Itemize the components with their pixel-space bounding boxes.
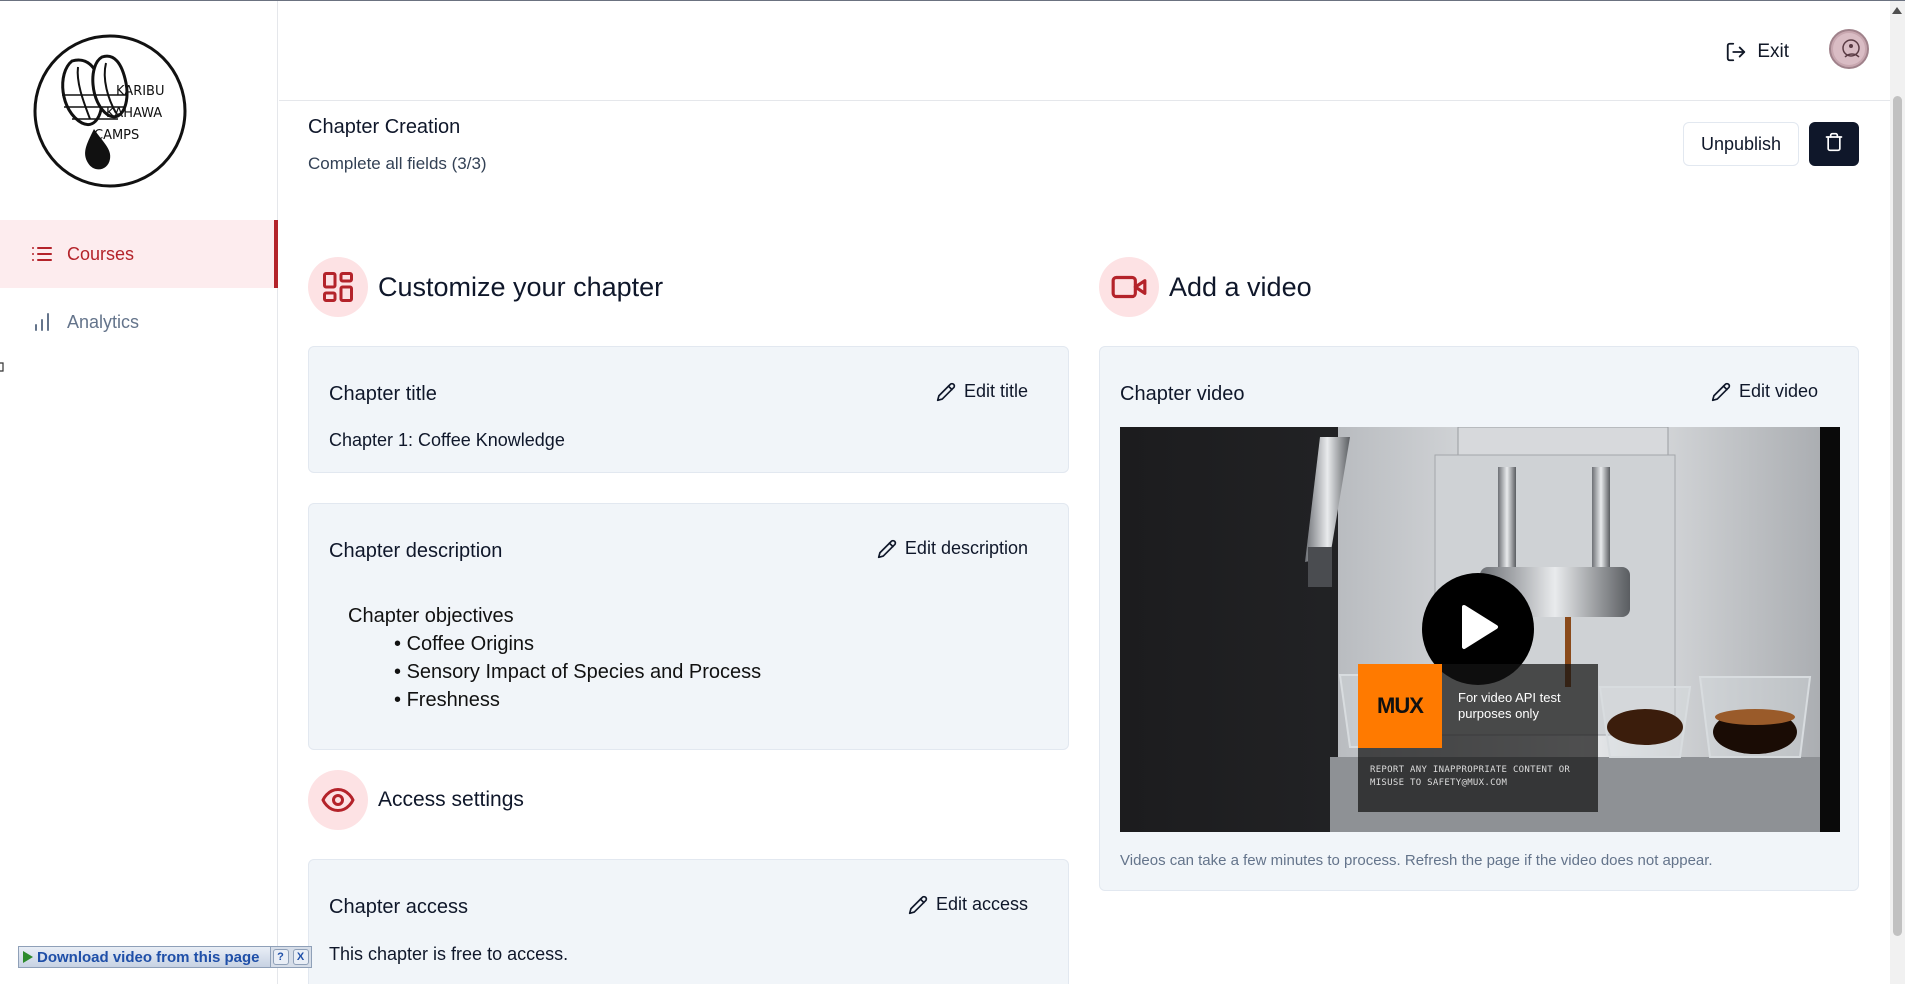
video-title: Add a video [1169,271,1312,302]
app-window: KARIBU KAHAWA CAMPS Courses Analytics Ex… [0,0,1905,984]
layout-dashboard-icon [308,257,368,317]
play-icon [1456,603,1500,656]
trash-icon [1824,132,1844,157]
list-item: Freshness [394,686,761,714]
edit-title-label: Edit title [963,381,1028,401]
close-button[interactable]: X [292,949,309,965]
page-scrollbar[interactable] [1890,1,1905,984]
access-section-header: Access settings [308,770,524,830]
chapter-description-body: Chapter objectives Coffee Origins Sensor… [348,602,761,714]
mux-logo: MUX [1358,664,1442,748]
help-button[interactable]: ? [272,949,289,965]
edge-artifact [0,359,4,375]
log-out-icon [1725,41,1747,63]
card-label: Chapter video [1120,383,1245,405]
chapter-description-card: Chapter description Edit description Cha… [308,503,1069,750]
chapter-title-value: Chapter 1: Coffee Knowledge [329,430,565,450]
play-arrow-icon [23,951,33,963]
download-label: Download video from this page [37,948,260,966]
edit-access-label: Edit access [935,894,1028,914]
customize-section-header: Customize your chapter [308,257,663,317]
unpublish-button[interactable]: Unpublish [1683,122,1799,166]
edit-video-label: Edit video [1738,381,1818,401]
top-bar: Exit [279,1,1905,101]
download-extension-bar: Download video from this page ? X [18,946,312,968]
list-item: Coffee Origins [394,630,761,658]
chapter-title-card: Chapter title Edit title Chapter 1: Coff… [308,346,1069,473]
sidebar-item-label: Analytics [67,311,140,332]
pencil-icon [936,382,956,402]
eye-icon [308,770,368,830]
video-player[interactable]: MUX For video API test purposes only REP… [1120,427,1840,832]
logo-text-line-1: KARIBU [116,84,165,99]
exit-label: Exit [1757,41,1789,62]
sidebar-item-label: Courses [67,243,135,264]
user-avatar[interactable] [1829,29,1869,69]
sidebar-item-courses[interactable]: Courses [0,220,278,288]
sidebar: KARIBU KAHAWA CAMPS Courses Analytics [0,1,278,984]
pencil-icon [877,539,897,559]
list-item: Sensory Impact of Species and Process [394,658,762,686]
pencil-icon [908,895,928,915]
chapter-video-card: Chapter video Edit video MUX For video A… [1099,346,1859,891]
edit-description-button[interactable]: Edit description [877,538,1028,559]
exit-button[interactable]: Exit [1725,38,1789,66]
sidebar-item-analytics[interactable]: Analytics [0,288,278,356]
video-processing-note: Videos can take a few minutes to process… [1120,852,1713,869]
customize-title: Customize your chapter [378,271,664,302]
logo-text-line-3: CAMPS [94,128,139,143]
chapter-access-value: This chapter is free to access. [329,944,569,964]
video-camera-icon [1099,257,1159,317]
description-heading: Chapter objectives [348,605,514,627]
mux-report-text: REPORT ANY INAPPROPRIATE CONTENT OR MISU… [1358,748,1598,812]
completion-status: Complete all fields (3/3) [308,154,487,173]
card-label: Chapter access [329,896,468,918]
logo-text-line-2: KAHAWA [106,106,162,121]
card-label: Chapter title [329,383,437,405]
page-title: Chapter Creation [308,116,461,138]
mux-watermark: MUX For video API test purposes only REP… [1358,664,1598,812]
edit-description-label: Edit description [904,538,1028,558]
mux-purpose-text: For video API test purposes only [1442,664,1598,748]
pencil-icon [1711,382,1731,402]
edit-title-button[interactable]: Edit title [936,381,1028,402]
scroll-up-arrow-icon[interactable] [1892,7,1902,14]
scrollbar-thumb[interactable] [1893,96,1902,936]
chapter-access-card: Chapter access Edit access This chapter … [308,859,1069,984]
download-video-button[interactable]: Download video from this page [19,947,271,967]
list-icon [29,241,55,267]
brand-logo[interactable]: KARIBU KAHAWA CAMPS [32,33,188,189]
bar-chart-icon [29,309,55,335]
card-label: Chapter description [329,540,503,562]
objectives-list: Coffee Origins Sensory Impact of Species… [348,630,762,714]
access-title: Access settings [378,788,524,811]
delete-button[interactable] [1809,122,1859,166]
edit-video-button[interactable]: Edit video [1711,381,1818,402]
video-section-header: Add a video [1099,257,1312,317]
edit-access-button[interactable]: Edit access [908,894,1028,915]
